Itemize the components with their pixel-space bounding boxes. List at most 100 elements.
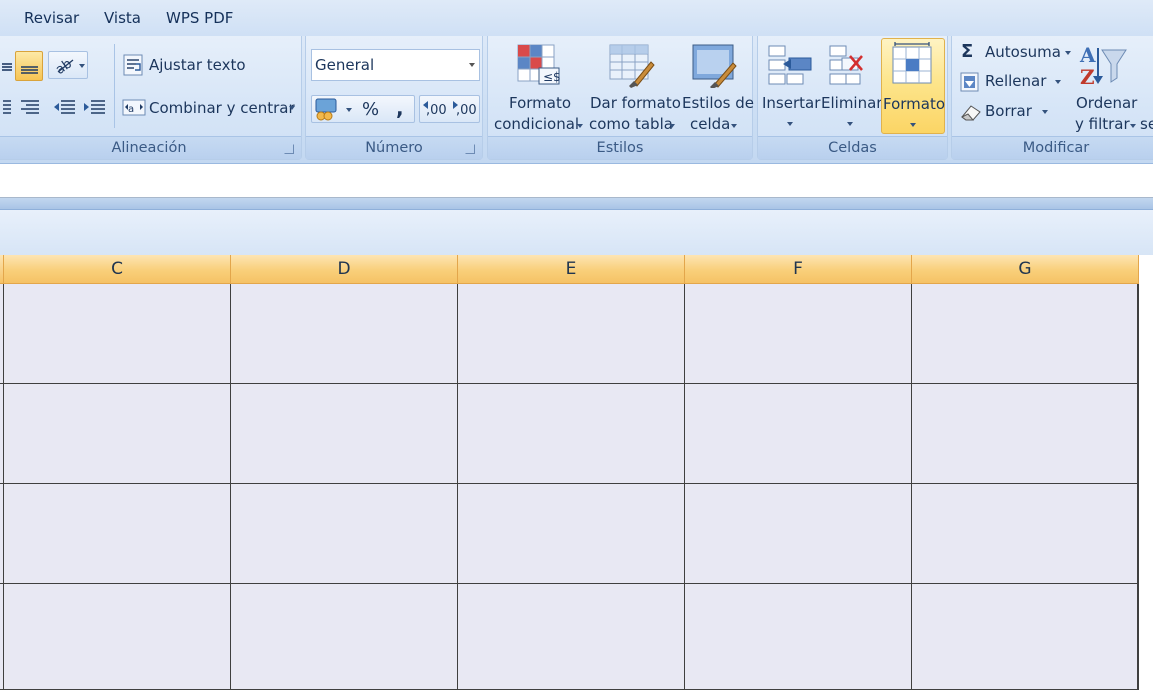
- grid-cell[interactable]: [231, 584, 458, 690]
- fill-down-icon: [960, 72, 979, 92]
- conditional-format-icon: ≤$: [517, 44, 561, 85]
- svg-text:A: A: [1079, 43, 1096, 67]
- cell-styles-button[interactable]: Estilos de celda: [680, 38, 754, 134]
- merge-center-icon: a: [122, 99, 146, 116]
- grid-cell[interactable]: [685, 584, 912, 690]
- merge-center-button[interactable]: a Combinar y centrar: [122, 95, 297, 121]
- eraser-icon: [961, 105, 981, 121]
- grid-cell[interactable]: [912, 384, 1138, 484]
- format-as-table-icon: [609, 44, 655, 88]
- wrap-text-icon: [123, 54, 143, 76]
- align-left-button[interactable]: [0, 51, 13, 81]
- grid-cell[interactable]: [4, 584, 231, 690]
- clear-label: Borrar: [985, 102, 1032, 120]
- fill-button[interactable]: Rellenar: [958, 70, 1068, 94]
- delete-cells-button[interactable]: Eliminar: [820, 38, 883, 134]
- window-split-bar[interactable]: [0, 198, 1153, 210]
- grid-cell[interactable]: [458, 284, 685, 384]
- align-center-button[interactable]: [0, 94, 13, 120]
- wrap-text-label: Ajustar texto: [149, 56, 246, 74]
- increase-indent-button[interactable]: [81, 94, 107, 120]
- grid-cell[interactable]: [912, 484, 1138, 584]
- align-bottom-icon: [21, 66, 38, 74]
- currency-icon: [315, 98, 352, 121]
- wrap-text-button[interactable]: Ajustar texto: [122, 52, 252, 78]
- number-format-select[interactable]: General: [311, 49, 480, 81]
- align-bottom-button[interactable]: [15, 51, 43, 81]
- chevron-down-icon: [1055, 80, 1061, 84]
- cell-styles-icon: [692, 44, 737, 88]
- increase-decimal-button[interactable]: ,00: [420, 96, 449, 122]
- autosum-label: Autosuma: [985, 43, 1061, 61]
- grid-cell[interactable]: [231, 384, 458, 484]
- insert-cells-button[interactable]: Insertar: [761, 38, 820, 134]
- column-header-d[interactable]: D: [231, 255, 458, 284]
- clear-button[interactable]: Borrar: [958, 100, 1056, 124]
- format-as-table-button[interactable]: Dar formato como tabla: [587, 38, 681, 134]
- number-format-value: General: [315, 56, 375, 74]
- autosum-button[interactable]: Σ Autosuma: [958, 41, 1076, 65]
- formula-bar[interactable]: [0, 165, 1153, 198]
- column-header-c[interactable]: C: [4, 255, 231, 284]
- insert-cells-icon: [768, 45, 812, 85]
- delete-cells-label: Eliminar: [821, 94, 883, 112]
- svg-text:a: a: [128, 104, 134, 115]
- format-cells-label: Formato: [883, 95, 946, 113]
- grid-cell[interactable]: [231, 284, 458, 384]
- align-right-icon: [21, 100, 39, 114]
- alineacion-divider: [114, 44, 115, 128]
- sort-filter-icon: A Z: [1079, 43, 1127, 89]
- format-as-table-label-2: como tabla: [589, 115, 673, 133]
- grid-cell[interactable]: [4, 384, 231, 484]
- numero-dialog-launcher-icon[interactable]: [465, 144, 475, 154]
- grid-cell[interactable]: [458, 584, 685, 690]
- grid-cell[interactable]: [685, 384, 912, 484]
- group-estilos: ≤$ Formato condicional Dar formato como …: [487, 36, 754, 160]
- grid-cell[interactable]: [912, 284, 1138, 384]
- align-right-button[interactable]: [17, 94, 43, 120]
- svg-text:Z: Z: [1080, 65, 1095, 89]
- group-label-modificar: Modificar: [952, 136, 1153, 159]
- grid-cell[interactable]: [4, 284, 231, 384]
- increase-indent-icon: [84, 100, 105, 114]
- percent-label: %: [362, 99, 380, 120]
- cell-styles-label-2: celda: [690, 115, 731, 133]
- chevron-down-icon: [289, 106, 295, 110]
- decrease-indent-button[interactable]: [51, 94, 77, 120]
- svg-text:≤$: ≤$: [543, 70, 561, 84]
- column-header-e[interactable]: E: [458, 255, 685, 284]
- orientation-button[interactable]: ab: [48, 51, 88, 79]
- group-label-numero: Número: [306, 136, 482, 159]
- group-celdas: Insertar Eliminar Formato Celdas: [757, 36, 948, 160]
- grid-cell[interactable]: [685, 284, 912, 384]
- increase-decimal-label: ,00: [426, 103, 447, 118]
- decrease-decimal-label: ,00: [456, 103, 477, 118]
- sort-filter-label-1: Ordenar: [1076, 94, 1138, 112]
- chevron-down-icon: [731, 124, 737, 128]
- grid-cell[interactable]: [4, 484, 231, 584]
- grid-cell[interactable]: [458, 484, 685, 584]
- accounting-format-button[interactable]: [313, 96, 355, 122]
- sort-filter-button[interactable]: A Z Ordenar y filtrar se: [1070, 38, 1153, 134]
- alineacion-dialog-launcher-icon[interactable]: [284, 144, 294, 154]
- column-header-f[interactable]: F: [685, 255, 912, 284]
- percent-style-button[interactable]: %: [358, 96, 384, 122]
- format-cells-button[interactable]: Formato: [881, 38, 945, 134]
- column-header-g[interactable]: G: [912, 255, 1139, 284]
- decrease-decimal-button[interactable]: ,00: [450, 96, 479, 122]
- grid-right-margin: [1138, 284, 1153, 690]
- grid-cell[interactable]: [912, 584, 1138, 690]
- grid-cell[interactable]: [458, 384, 685, 484]
- sort-filter-label-2: y filtrar: [1075, 115, 1130, 133]
- tab-wps-pdf[interactable]: WPS PDF: [166, 9, 233, 27]
- tab-revisar[interactable]: Revisar: [24, 9, 79, 27]
- comma-label: ,: [396, 96, 404, 120]
- decrease-indent-icon: [54, 100, 75, 114]
- find-select-label-cut: se: [1140, 115, 1153, 133]
- conditional-format-button[interactable]: ≤$ Formato condicional: [491, 38, 583, 134]
- grid-cell[interactable]: [231, 484, 458, 584]
- comma-style-button[interactable]: ,: [388, 96, 412, 122]
- chevron-down-icon: [1042, 110, 1048, 114]
- tab-vista[interactable]: Vista: [104, 9, 141, 27]
- grid-cell[interactable]: [685, 484, 912, 584]
